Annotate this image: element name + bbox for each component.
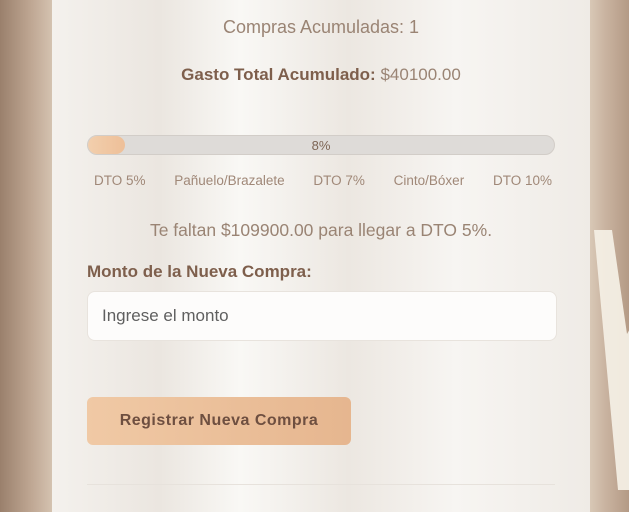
milestone-label: DTO 10%	[492, 173, 552, 188]
total-spent-label: Gasto Total Acumulado:	[181, 65, 376, 84]
purchases-count: Compras Acumuladas: 1	[222, 17, 420, 37]
amount-input[interactable]	[87, 291, 557, 341]
milestone-label: Cinto/Bóxer	[393, 173, 465, 188]
milestone-label: DTO 5%	[94, 173, 146, 188]
amount-label: Monto de la Nueva Compra:	[87, 262, 312, 281]
milestone-labels: DTO 5% Pañuelo/Brazalete DTO 7% Cinto/Bó…	[94, 173, 552, 188]
remaining-message: Te faltan $109900.00 para llegar a DTO 5…	[149, 220, 493, 240]
background-logo-shape	[594, 230, 629, 490]
background-left	[0, 0, 52, 512]
milestone-label: Pañuelo/Brazalete	[174, 173, 285, 188]
divider	[87, 484, 555, 485]
purchase-card: Compras Acumuladas: 1 Gasto Total Acumul…	[52, 0, 590, 512]
total-spent-value: $40100.00	[380, 65, 461, 84]
register-purchase-button[interactable]: Registrar Nueva Compra	[87, 397, 351, 445]
milestone-label: DTO 7%	[313, 173, 365, 188]
background-right	[590, 0, 629, 512]
progress-bar: 8%	[87, 135, 555, 155]
progress-percent: 8%	[311, 138, 331, 153]
total-spent: Gasto Total Acumulado: $40100.00	[52, 65, 590, 85]
